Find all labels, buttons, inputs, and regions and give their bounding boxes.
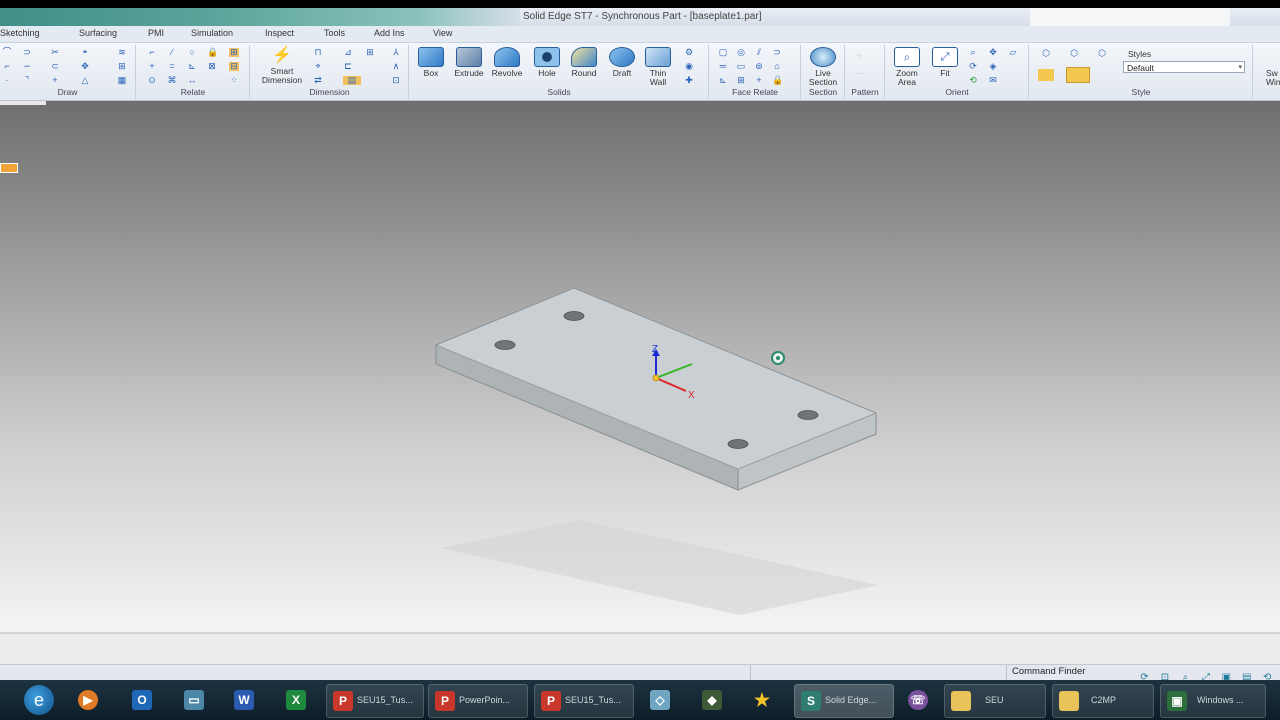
taskbar-windows[interactable]: ▣ Windows ...: [1160, 684, 1266, 718]
terminal-icon: ◆: [702, 690, 722, 710]
command-finder-label[interactable]: Command Finder: [1012, 666, 1085, 677]
hole[interactable]: [563, 311, 585, 321]
taskbar-app-terminal[interactable]: ◆: [696, 684, 728, 716]
part-viewport: Z X: [434, 287, 878, 615]
x-axis-label: X: [688, 390, 695, 401]
taskbar-app-box[interactable]: ◇: [644, 684, 676, 716]
powerpoint-icon: P: [435, 691, 455, 711]
taskbar-favorites[interactable]: ★: [746, 684, 778, 716]
taskbar-media-player[interactable]: ▶: [72, 684, 104, 716]
powerpoint-icon: P: [541, 691, 561, 711]
plate-shadow: [440, 520, 878, 615]
taskbar-powerpoint-3[interactable]: P SEU15_Tus...: [534, 684, 634, 718]
taskbar-folder-seu[interactable]: SEU: [944, 684, 1046, 718]
hole[interactable]: [797, 410, 819, 420]
taskbar-item-label: SEU: [985, 695, 1004, 705]
internet-explorer-icon[interactable]: e: [24, 685, 54, 715]
package-icon: ◇: [650, 690, 670, 710]
taskbar-item-label: SEU15_Tus...: [565, 695, 621, 705]
star-icon: ★: [753, 690, 771, 710]
powerpoint-icon: P: [333, 691, 353, 711]
taskbar-item-label: Windows ...: [1197, 695, 1244, 705]
command-bar: Command Finder ⟳ ⊡ ⌕ ⤢ ▣ ▤ ⟲ ✉: [0, 664, 1280, 701]
hole[interactable]: [494, 340, 516, 350]
taskbar-powerpoint-1[interactable]: P SEU15_Tus...: [326, 684, 424, 718]
media-player-icon: ▶: [78, 690, 98, 710]
taskbar-item-label: C2MP: [1091, 695, 1117, 705]
excel-icon: X: [286, 690, 306, 710]
triad-origin[interactable]: [652, 374, 660, 382]
selection-marker-dot: [776, 356, 780, 360]
taskbar-viber[interactable]: ☏: [902, 684, 934, 716]
taskbar-powerpoint-2[interactable]: P PowerPoin...: [428, 684, 528, 718]
taskbar-remote-desktop[interactable]: ▭: [178, 684, 210, 716]
solid-edge-icon: S: [801, 691, 821, 711]
bar-divider: [750, 665, 751, 680]
folder-icon: [951, 691, 971, 711]
taskbar: e ▶ O ▭ W X P SEU15_Tus... P PowerPoin..…: [0, 680, 1280, 720]
taskbar-item-label: Solid Edge...: [825, 695, 877, 705]
remote-desktop-icon: ▭: [184, 690, 204, 710]
status-bar: [0, 632, 1280, 666]
bar-divider: [1006, 665, 1007, 680]
taskbar-outlook[interactable]: O: [126, 684, 158, 716]
viber-icon: ☏: [908, 690, 928, 710]
windows-app-icon: ▣: [1167, 691, 1187, 711]
folder-icon: [1059, 691, 1079, 711]
outlook-icon: O: [132, 690, 152, 710]
word-icon: W: [234, 690, 254, 710]
taskbar-solid-edge[interactable]: S Solid Edge...: [794, 684, 894, 718]
taskbar-word[interactable]: W: [228, 684, 260, 716]
z-axis-label: Z: [652, 344, 658, 355]
hole[interactable]: [727, 439, 749, 449]
screen: Solid Edge ST7 - Synchronous Part - [bas…: [0, 0, 1280, 720]
taskbar-item-label: PowerPoin...: [459, 695, 511, 705]
taskbar-item-label: SEU15_Tus...: [357, 695, 413, 705]
taskbar-excel[interactable]: X: [280, 684, 312, 716]
taskbar-folder-c2mp[interactable]: C2MP: [1052, 684, 1154, 718]
